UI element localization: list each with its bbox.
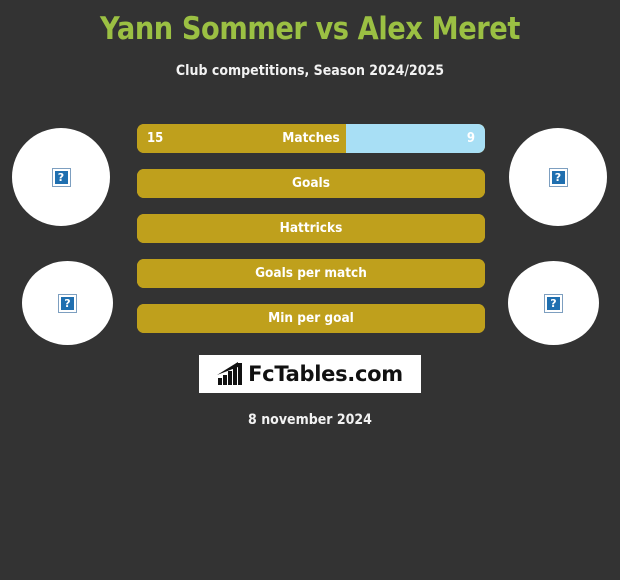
avatar-right-secondary: ?: [508, 261, 599, 345]
stat-row-goals-per-match: Goals per match: [137, 259, 485, 288]
stat-label: Matches: [282, 130, 340, 146]
logo-text: FcTables.com: [248, 361, 403, 386]
broken-image-icon: ?: [548, 167, 568, 187]
stat-row-hattricks: Hattricks: [137, 214, 485, 243]
infographic-canvas: Yann Sommer vs Alex Meret Club competiti…: [0, 0, 620, 580]
avatar-left-primary: ?: [12, 128, 110, 226]
broken-image-icon: ?: [544, 293, 563, 313]
stat-label: Goals: [292, 175, 330, 191]
broken-image-icon: ?: [58, 293, 77, 313]
bar-chart-trend-icon: [217, 362, 243, 385]
stat-label: Hattricks: [279, 220, 343, 236]
fctables-logo[interactable]: FcTables.com: [199, 355, 421, 393]
page-title: Yann Sommer vs Alex Meret: [100, 11, 520, 47]
stat-row-matches: 15 Matches 9: [137, 124, 485, 153]
stat-row-goals: Goals: [137, 169, 485, 198]
stat-value-right: 9: [466, 131, 475, 146]
broken-image-icon: ?: [51, 167, 71, 187]
stat-label: Goals per match: [255, 265, 367, 281]
comparison-bar-chart: 15 Matches 9 Goals Hattricks Goals per m…: [137, 124, 485, 349]
avatar-right-primary: ?: [509, 128, 607, 226]
avatar-left-secondary: ?: [22, 261, 113, 345]
page-subtitle: Club competitions, Season 2024/2025: [175, 63, 445, 79]
stat-label: Min per goal: [268, 310, 354, 326]
footer-date: 8 november 2024: [248, 412, 372, 428]
stat-row-min-per-goal: Min per goal: [137, 304, 485, 333]
